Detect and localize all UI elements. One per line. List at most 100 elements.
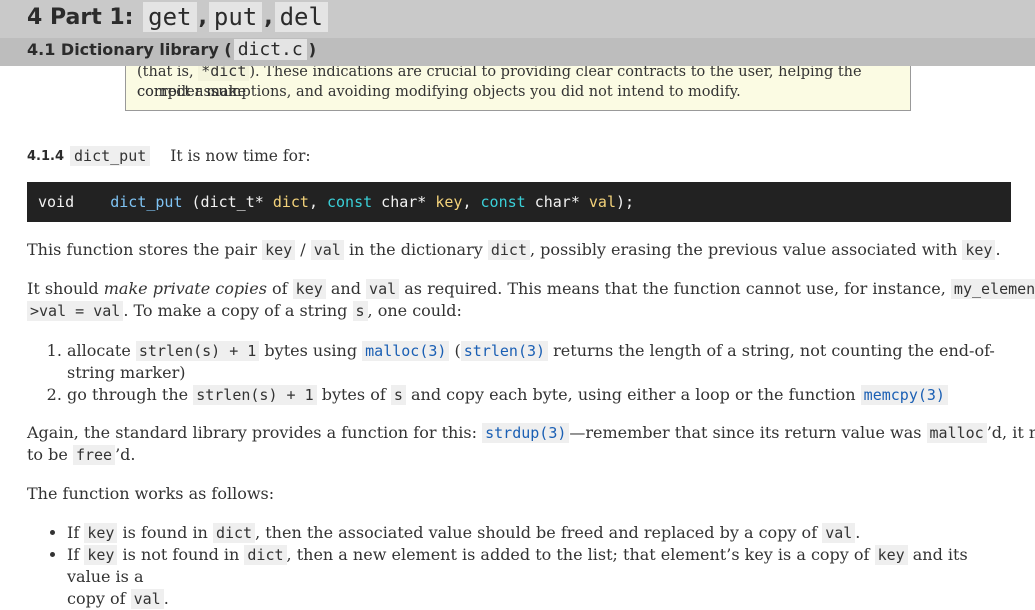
- text: , one could:: [367, 301, 462, 320]
- code-line: void dict_put (dict_t* dict, const char*…: [38, 193, 634, 211]
- paragraph-store-pair: This function stores the pair key / val …: [27, 240, 1001, 260]
- text: copy of: [67, 589, 126, 608]
- inline-code: key: [262, 240, 296, 260]
- text: , then a new element is added to the lis…: [286, 545, 870, 564]
- inline-code: key: [292, 279, 326, 299]
- subsection-title: dict_put: [70, 146, 151, 166]
- code-block[interactable]: void dict_put (dict_t* dict, const char*…: [27, 182, 1011, 222]
- behavior-list: If key is found in dict, then the associ…: [27, 522, 1007, 610]
- manpage-link[interactable]: strdup(3): [482, 423, 570, 443]
- code-token-const: const: [327, 193, 373, 211]
- text: If: [67, 545, 80, 564]
- code-token-const: const: [480, 193, 526, 211]
- text: —remember that since its return value wa…: [569, 423, 922, 442]
- code-token-param: val: [588, 193, 616, 211]
- paragraph-private-copies-line-1: It should make private copies of key and…: [27, 279, 1035, 299]
- section-heading[interactable]: 4.1 Dictionary library ( dict.c ): [27, 39, 316, 60]
- text: ’d, it needs: [986, 423, 1035, 442]
- heading-separator: ,: [198, 4, 207, 30]
- part-heading[interactable]: 4 Part 1: get , put , del: [27, 2, 330, 32]
- emphasis-text: make private copies: [103, 279, 267, 298]
- inline-code: s: [352, 301, 368, 321]
- code-token-function: dict_put: [110, 193, 183, 211]
- list-item: If key is found in dict, then the associ…: [67, 522, 1007, 544]
- text: and copy each byte, using either a loop …: [410, 385, 856, 404]
- text: .: [855, 523, 861, 542]
- heading-code-get: get: [143, 2, 197, 32]
- inline-code: strlen(s) + 1: [193, 385, 317, 405]
- manpage-link[interactable]: strlen(3): [460, 341, 549, 361]
- inline-code: key: [962, 240, 996, 260]
- subsection-heading: 4.1.4 dict_put It is now time for:: [27, 146, 311, 166]
- inline-code: s: [390, 385, 406, 405]
- list-item: If key is not found in dict, then a new …: [67, 544, 1007, 610]
- code-token-type: char*: [372, 193, 436, 211]
- text: in the dictionary: [348, 240, 483, 259]
- inline-code: val: [130, 589, 164, 609]
- paragraph-strdup-line-1: Again, the standard library provides a f…: [27, 423, 1035, 443]
- inline-code: val: [366, 279, 400, 299]
- inline-code: malloc: [926, 423, 987, 443]
- code-token-punct: ,: [308, 193, 327, 211]
- code-token-type: (dict_t*: [182, 193, 273, 211]
- inline-code: key: [84, 545, 118, 565]
- inline-code: free: [72, 445, 116, 465]
- text: If: [67, 523, 80, 542]
- text: Again, the standard library provides a f…: [27, 423, 478, 442]
- code-token-punct: );: [616, 193, 635, 211]
- text: is not found in: [122, 545, 240, 564]
- inline-code: val: [310, 240, 344, 260]
- heading-separator: ,: [264, 4, 273, 30]
- heading-code-del: del: [274, 2, 328, 32]
- text: , possibly erasing the previous value as…: [529, 240, 958, 259]
- inline-code: >val = val: [27, 301, 124, 321]
- text: string marker): [67, 363, 186, 382]
- text: is found in: [122, 523, 208, 542]
- code-token-punct: ,: [462, 193, 481, 211]
- list-item: go through the strlen(s) + 1 bytes of s …: [67, 384, 1007, 406]
- code-token-param: dict: [272, 193, 309, 211]
- inline-code: key: [874, 545, 908, 565]
- note-text: (that is,: [137, 64, 194, 80]
- section-heading-prefix: 4.1 Dictionary library (: [27, 40, 232, 59]
- text: /: [300, 240, 306, 259]
- inline-code: key: [84, 523, 118, 543]
- inline-code: dict: [212, 523, 256, 543]
- section-heading-code: dict.c: [233, 39, 307, 60]
- text: returns the length of a string, not coun…: [553, 341, 995, 360]
- manpage-link[interactable]: memcpy(3): [860, 385, 948, 405]
- text: as required. This means that the functio…: [404, 279, 946, 298]
- paragraph-strdup-line-2: to be free’d.: [27, 445, 136, 465]
- heading-code-put: put: [208, 2, 263, 32]
- text: bytes using: [264, 341, 358, 360]
- inline-code: my_element-: [950, 279, 1035, 299]
- inline-code: dict: [244, 545, 287, 565]
- text: .: [995, 240, 1001, 259]
- code-token-void: void: [38, 193, 75, 211]
- text: . To make a copy of a string: [123, 301, 348, 320]
- text: bytes of: [321, 385, 386, 404]
- text: of: [272, 279, 288, 298]
- text: go through the: [67, 385, 189, 404]
- note-line-2: correct assumptions, and avoiding modify…: [137, 84, 741, 100]
- text: to be: [27, 445, 68, 464]
- text: and: [330, 279, 361, 298]
- inline-code: val: [822, 523, 856, 543]
- manpage-link[interactable]: malloc(3): [362, 341, 450, 361]
- section-heading-suffix: ): [308, 40, 317, 59]
- text: , then the associated value should be fr…: [255, 523, 818, 542]
- code-token-param: key: [435, 193, 463, 211]
- part-heading-prefix: 4 Part 1:: [27, 4, 134, 30]
- paragraph-works-as-follows: The function works as follows:: [27, 484, 275, 503]
- subsection-number: 4.1.4: [27, 148, 65, 164]
- copy-steps-list: allocate strlen(s) + 1 bytes using mallo…: [27, 340, 1007, 406]
- paragraph-private-copies-line-2: >val = val. To make a copy of a string s…: [27, 301, 462, 321]
- text: It should: [27, 279, 99, 298]
- text: (: [454, 341, 461, 360]
- text: allocate: [67, 341, 131, 360]
- sticky-header: 4 Part 1: get , put , del 4.1 Dictionary…: [0, 0, 1035, 66]
- subsection-intro: It is now time for:: [170, 147, 311, 165]
- inline-code: dict: [487, 240, 530, 260]
- code-token-type: char*: [525, 193, 589, 211]
- text: This function stores the pair: [27, 240, 257, 259]
